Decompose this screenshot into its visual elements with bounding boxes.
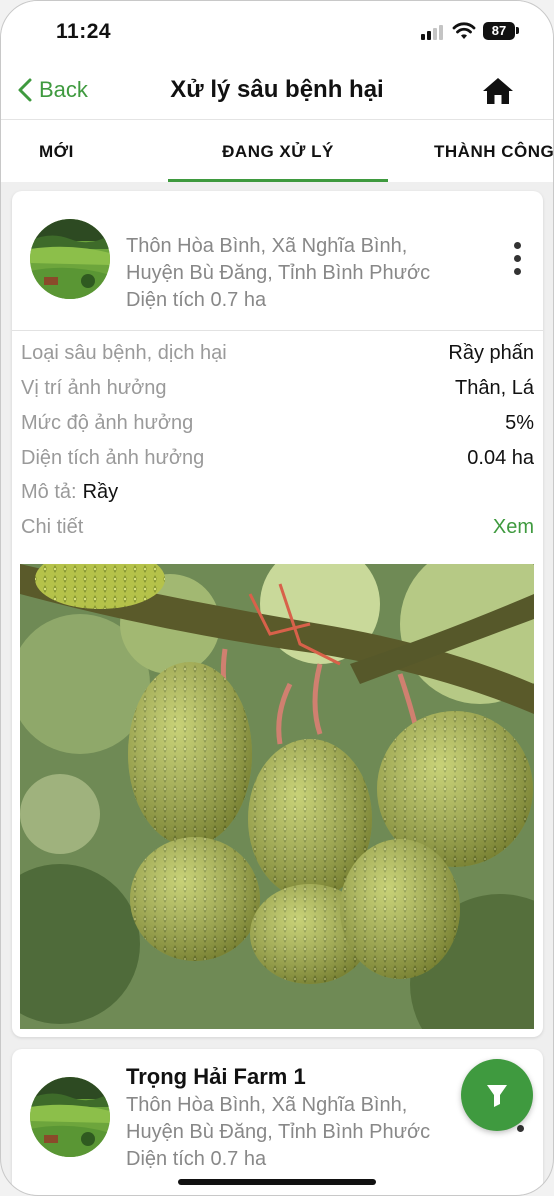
row-value: Thân, Lá	[455, 377, 534, 399]
farm-area: Diện tích 0.7 ha	[126, 289, 267, 311]
farm-name: Trọng Hải Farm 1	[126, 1064, 306, 1089]
detail-label: Chi tiết	[21, 516, 84, 538]
active-tab-indicator	[168, 179, 388, 182]
tab-bar: MỚI ĐANG XỬ LÝ THÀNH CÔNG	[1, 119, 553, 182]
home-icon[interactable]	[482, 76, 514, 106]
address-line-1: Thôn Hòa Bình, Xã Nghĩa Bình,	[126, 1094, 408, 1116]
row-label: Loại sâu bệnh, dịch hại	[21, 342, 227, 364]
page-title: Xử lý sâu bệnh hại	[170, 76, 384, 103]
pest-report-card[interactable]: Thôn Hòa Bình, Xã Nghĩa Bình, Huyện Bù Đ…	[12, 191, 543, 1037]
info-row-detail: Chi tiết Xem	[21, 516, 534, 546]
filter-button[interactable]	[461, 1059, 533, 1131]
description-label: Mô tả:	[21, 481, 77, 503]
tab-processing[interactable]: ĐANG XỬ LÝ	[168, 142, 388, 162]
row-value: Rầy phấn	[448, 342, 534, 364]
tab-success[interactable]: THÀNH CÔNG	[434, 142, 553, 162]
info-row-affected-part: Vị trí ảnh hưởng Thân, Lá	[21, 377, 534, 407]
farm-avatar	[30, 219, 110, 299]
info-row-severity: Mức độ ảnh hưởng 5%	[21, 412, 534, 442]
farm-avatar	[30, 1077, 110, 1157]
description-value: Rầy	[82, 481, 119, 503]
address-line-1: Thôn Hòa Bình, Xã Nghĩa Bình,	[126, 235, 408, 257]
info-row-pest-type: Loại sâu bệnh, dịch hại Rầy phấn	[21, 342, 534, 372]
view-detail-link[interactable]: Xem	[493, 516, 534, 539]
row-label: Vị trí ảnh hưởng	[21, 377, 167, 399]
farm-area: Diện tích 0.7 ha	[126, 1148, 267, 1170]
filter-icon	[487, 1085, 507, 1107]
row-value: 5%	[505, 412, 534, 434]
status-time: 11:24	[56, 20, 112, 43]
address-line-2: Huyện Bù Đăng, Tỉnh Bình Phước	[126, 262, 431, 284]
tab-new[interactable]: MỚI	[39, 142, 74, 162]
battery-tip	[516, 27, 519, 34]
phone-screen: 11:24 87 Back Xử lý sâu bệnh hại MỚI ĐAN…	[0, 0, 554, 1196]
row-label: Mức độ ảnh hưởng	[21, 412, 194, 434]
status-bar: 11:24 87	[1, 1, 553, 61]
address-line-2: Huyện Bù Đăng, Tỉnh Bình Phước	[126, 1121, 431, 1143]
home-indicator	[178, 1179, 376, 1185]
wifi-icon	[452, 22, 476, 39]
info-row-affected-area: Diện tích ảnh hưởng 0.04 ha	[21, 447, 534, 477]
info-row-description: Mô tả: Rầy	[21, 481, 534, 511]
pest-photo[interactable]	[20, 564, 534, 1029]
signal-icon	[421, 24, 445, 40]
divider	[12, 330, 543, 331]
nav-bar: Back Xử lý sâu bệnh hại	[1, 61, 553, 119]
row-label: Diện tích ảnh hưởng	[21, 447, 205, 469]
battery-icon: 87	[483, 22, 515, 40]
more-vertical-icon[interactable]	[514, 242, 522, 276]
row-value: 0.04 ha	[467, 447, 534, 469]
